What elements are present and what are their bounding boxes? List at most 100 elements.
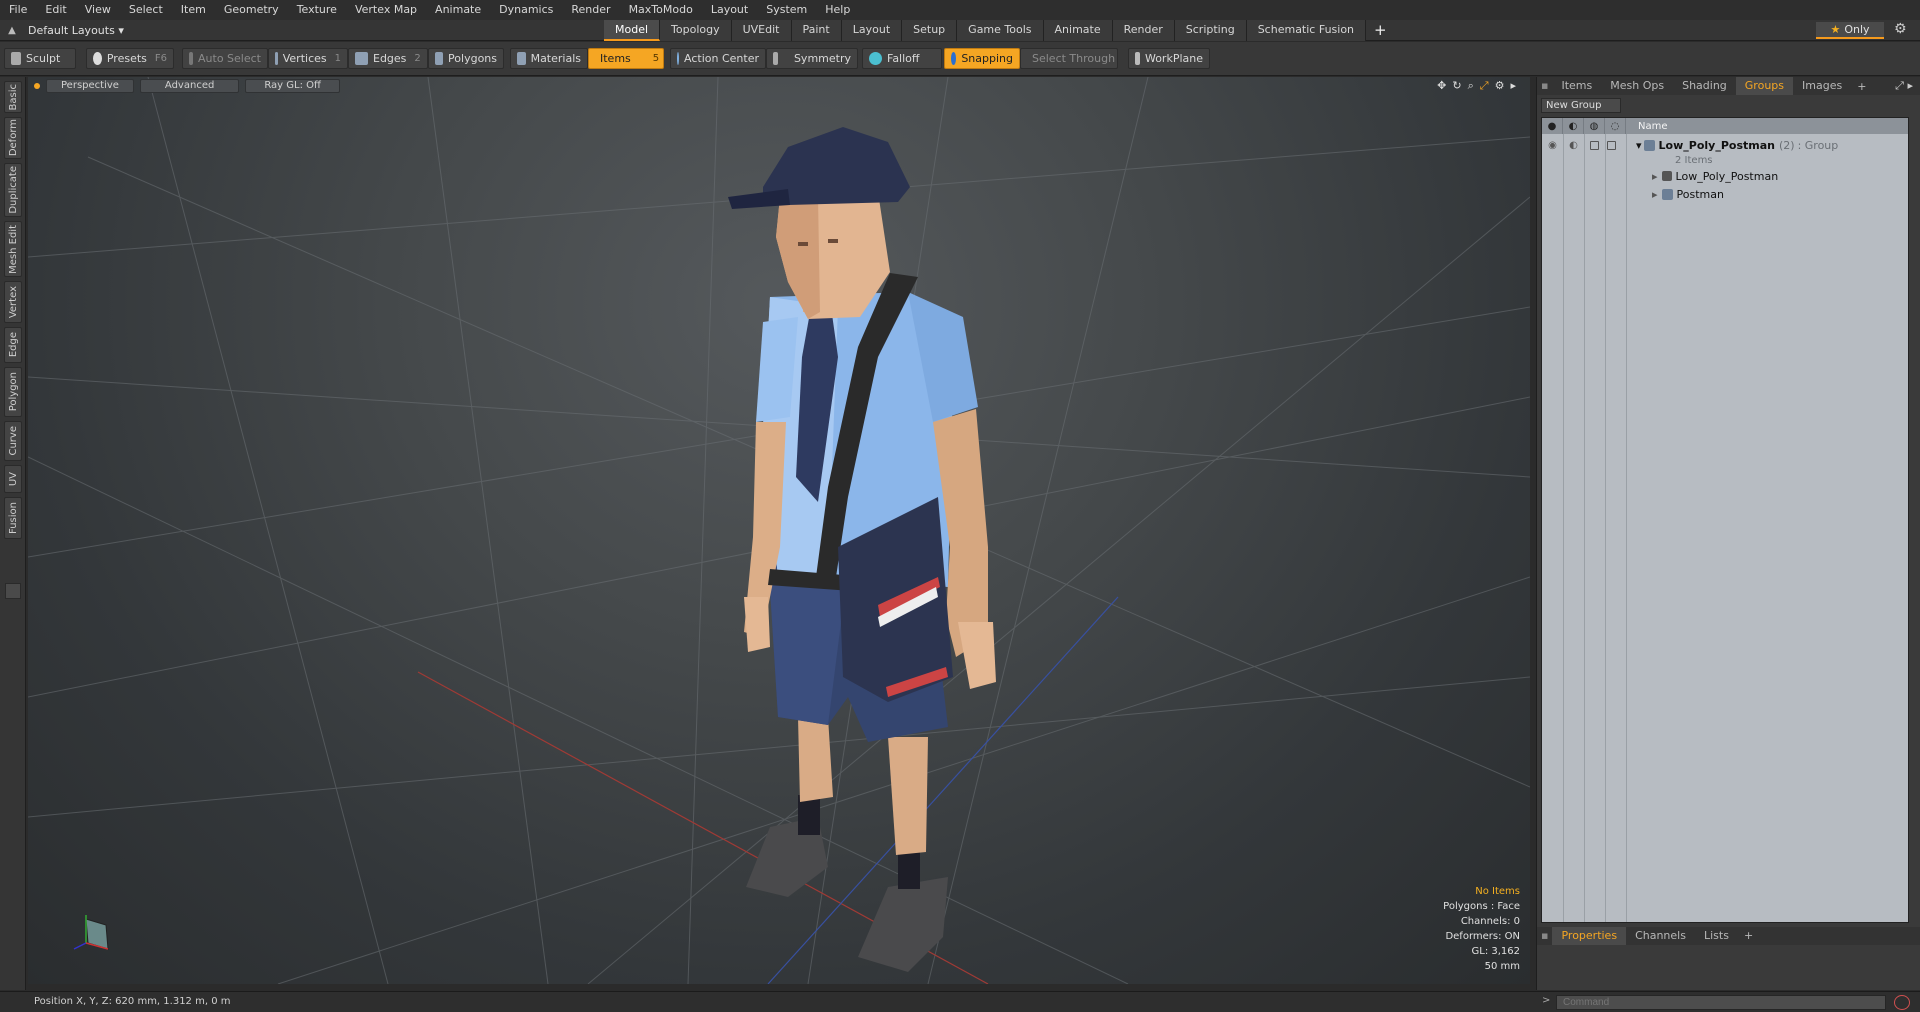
menu-geometry[interactable]: Geometry xyxy=(215,0,288,20)
render-toggle-icon[interactable]: ◐ xyxy=(1563,140,1584,151)
vtab-deform[interactable]: Deform xyxy=(4,117,22,159)
vtab-uv[interactable]: UV xyxy=(4,465,22,493)
menu-file[interactable]: File xyxy=(0,0,36,20)
bottom-panel-menu-icon[interactable]: ▪ xyxy=(1537,927,1552,945)
snapping-button[interactable]: Snapping xyxy=(944,48,1020,69)
sculpt-button[interactable]: Sculpt xyxy=(4,48,76,69)
menu-render[interactable]: Render xyxy=(562,0,619,20)
command-input[interactable] xyxy=(1556,995,1886,1010)
only-button[interactable]: ★ Only xyxy=(1816,22,1884,39)
add-panel-tab-button[interactable]: + xyxy=(1851,80,1872,93)
menu-system[interactable]: System xyxy=(757,0,816,20)
menu-help[interactable]: Help xyxy=(816,0,859,20)
tab-images[interactable]: Images xyxy=(1793,77,1851,95)
vertices-button[interactable]: Vertices 1 xyxy=(268,48,348,69)
tab-model[interactable]: Model xyxy=(604,20,661,41)
materials-button[interactable]: Materials xyxy=(510,48,588,69)
collapse-icon[interactable]: ▲ xyxy=(0,25,24,36)
viewport-gear-icon[interactable]: ⚙ xyxy=(1495,79,1505,93)
group-child-row[interactable]: ▸ Low_Poly_Postman xyxy=(1542,167,1908,185)
menu-edit[interactable]: Edit xyxy=(36,0,75,20)
groups-list[interactable]: ● ◐ ◍ ◌ Name ◉ ◐ ▾ Low_Poly_Postman (2) … xyxy=(1541,117,1909,923)
tab-setup[interactable]: Setup xyxy=(902,20,958,41)
vtab-basic[interactable]: Basic xyxy=(4,81,22,113)
group-expand-icon[interactable]: ▾ xyxy=(1636,139,1642,152)
presets-button[interactable]: Presets F6 xyxy=(86,48,174,69)
vtab-vertex[interactable]: Vertex xyxy=(4,281,22,323)
tab-shading[interactable]: Shading xyxy=(1673,77,1736,95)
select-through-button[interactable]: Select Through xyxy=(1020,48,1118,69)
menu-select[interactable]: Select xyxy=(120,0,172,20)
tab-uvedit[interactable]: UVEdit xyxy=(731,20,792,41)
view-mode-dropdown[interactable]: Perspective xyxy=(46,79,134,93)
polygons-button[interactable]: Polygons xyxy=(428,48,504,69)
add-bottom-tab-button[interactable]: + xyxy=(1738,927,1759,945)
group-row[interactable]: ◉ ◐ ▾ Low_Poly_Postman (2) : Group xyxy=(1542,136,1908,154)
tab-scripting[interactable]: Scripting xyxy=(1174,20,1247,41)
menu-maxtomodo[interactable]: MaxToModo xyxy=(620,0,702,20)
raygl-dropdown[interactable]: Ray GL: Off xyxy=(245,79,340,93)
toolbox-toggle-button[interactable] xyxy=(5,583,21,599)
tab-layout[interactable]: Layout xyxy=(841,20,903,41)
menu-item[interactable]: Item xyxy=(172,0,215,20)
auto-select-button[interactable]: Auto Select xyxy=(182,48,268,69)
vtab-curve[interactable]: Curve xyxy=(4,421,22,461)
tab-lists[interactable]: Lists xyxy=(1695,927,1738,945)
menu-texture[interactable]: Texture xyxy=(288,0,346,20)
vtab-edge[interactable]: Edge xyxy=(4,327,22,363)
menu-layout[interactable]: Layout xyxy=(702,0,757,20)
vtab-polygon[interactable]: Polygon xyxy=(4,367,22,417)
tab-render[interactable]: Render xyxy=(1112,20,1175,41)
tab-channels[interactable]: Channels xyxy=(1626,927,1695,945)
render-column-icon[interactable]: ◐ xyxy=(1563,118,1584,134)
menu-vertex-map[interactable]: Vertex Map xyxy=(346,0,426,20)
shading-dropdown[interactable]: Advanced xyxy=(139,79,240,93)
viewport-menu-dot[interactable] xyxy=(34,83,40,89)
tab-groups[interactable]: Groups xyxy=(1735,77,1794,95)
tab-mesh-ops[interactable]: Mesh Ops xyxy=(1601,77,1673,95)
add-tab-button[interactable]: + xyxy=(1366,20,1395,41)
command-run-button[interactable] xyxy=(1894,995,1910,1010)
tab-topology[interactable]: Topology xyxy=(660,20,732,41)
vtab-fusion[interactable]: Fusion xyxy=(4,497,22,539)
maximize-view-icon[interactable]: ⤢ xyxy=(1480,79,1489,93)
edges-button[interactable]: Edges 2 xyxy=(348,48,428,69)
visibility-eye-icon[interactable]: ◉ xyxy=(1542,140,1563,151)
items-button[interactable]: Items 5 xyxy=(588,48,664,69)
tab-schematic-fusion[interactable]: Schematic Fusion xyxy=(1246,20,1367,41)
menu-view[interactable]: View xyxy=(76,0,120,20)
gear-icon[interactable]: ⚙ xyxy=(1894,21,1907,37)
vtab-mesh-edit[interactable]: Mesh Edit xyxy=(4,221,22,277)
tab-paint[interactable]: Paint xyxy=(791,20,842,41)
new-group-button[interactable]: New Group xyxy=(1541,98,1621,113)
symmetry-button[interactable]: Symmetry xyxy=(766,48,858,69)
panel-expand-icon[interactable]: ⤢ ▸ xyxy=(1895,79,1913,93)
lock-checkbox[interactable] xyxy=(1590,140,1599,150)
tab-animate[interactable]: Animate xyxy=(1043,20,1113,41)
tab-items[interactable]: Items xyxy=(1552,77,1601,95)
select-checkbox[interactable] xyxy=(1607,140,1616,150)
group-child-row[interactable]: ▸ Postman xyxy=(1542,185,1908,203)
child-expand-icon[interactable]: ▸ xyxy=(1652,188,1658,201)
workplane-button[interactable]: WorkPlane xyxy=(1128,48,1210,69)
tab-properties[interactable]: Properties xyxy=(1552,927,1627,945)
vtab-duplicate[interactable]: Duplicate xyxy=(4,163,22,217)
command-history-icon[interactable]: > xyxy=(1542,995,1550,1006)
zoom-view-icon[interactable]: ⌕ xyxy=(1468,79,1474,93)
child-expand-icon[interactable]: ▸ xyxy=(1652,170,1658,183)
viewport-expand-icon[interactable]: ▸ xyxy=(1510,79,1516,93)
name-column-header[interactable]: Name xyxy=(1626,121,1668,132)
action-center-button[interactable]: Action Center xyxy=(670,48,766,69)
select-column-icon[interactable]: ◌ xyxy=(1605,118,1626,134)
tab-game-tools[interactable]: Game Tools xyxy=(957,20,1044,41)
layout-dropdown[interactable]: Default Layouts ▾ xyxy=(24,24,128,37)
menu-animate[interactable]: Animate xyxy=(426,0,490,20)
3d-viewport[interactable]: Perspective Advanced Ray GL: Off ✥ ↻ ⌕ ⤢… xyxy=(28,77,1530,984)
lock-column-icon[interactable]: ◍ xyxy=(1584,118,1605,134)
visibility-column-icon[interactable]: ● xyxy=(1542,118,1563,134)
panel-menu-icon[interactable]: ▪ xyxy=(1537,77,1552,95)
rotate-view-icon[interactable]: ↻ xyxy=(1452,79,1461,93)
menu-dynamics[interactable]: Dynamics xyxy=(490,0,562,20)
falloff-button[interactable]: Falloff xyxy=(862,48,942,69)
move-view-icon[interactable]: ✥ xyxy=(1437,79,1446,93)
